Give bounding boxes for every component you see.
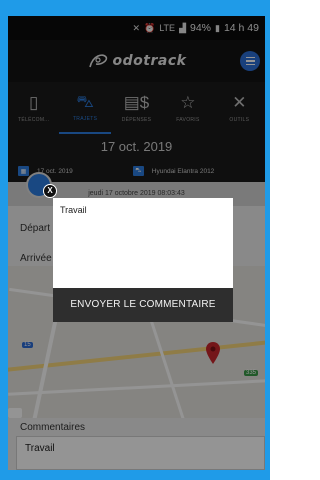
comment-dialog: Travail ENVOYER LE COMMENTAIRE	[53, 198, 233, 322]
close-dialog-button[interactable]: X	[43, 184, 57, 198]
phone-screen: ✕ ⏰ LTE ▟ 94% ▮ 14 h 49 odotrack ▯ TÉLÉC…	[8, 16, 265, 470]
device-frame: ✕ ⏰ LTE ▟ 94% ▮ 14 h 49 odotrack ▯ TÉLÉC…	[0, 0, 270, 480]
comment-input[interactable]: Travail	[53, 198, 233, 288]
send-comment-button[interactable]: ENVOYER LE COMMENTAIRE	[53, 288, 233, 322]
